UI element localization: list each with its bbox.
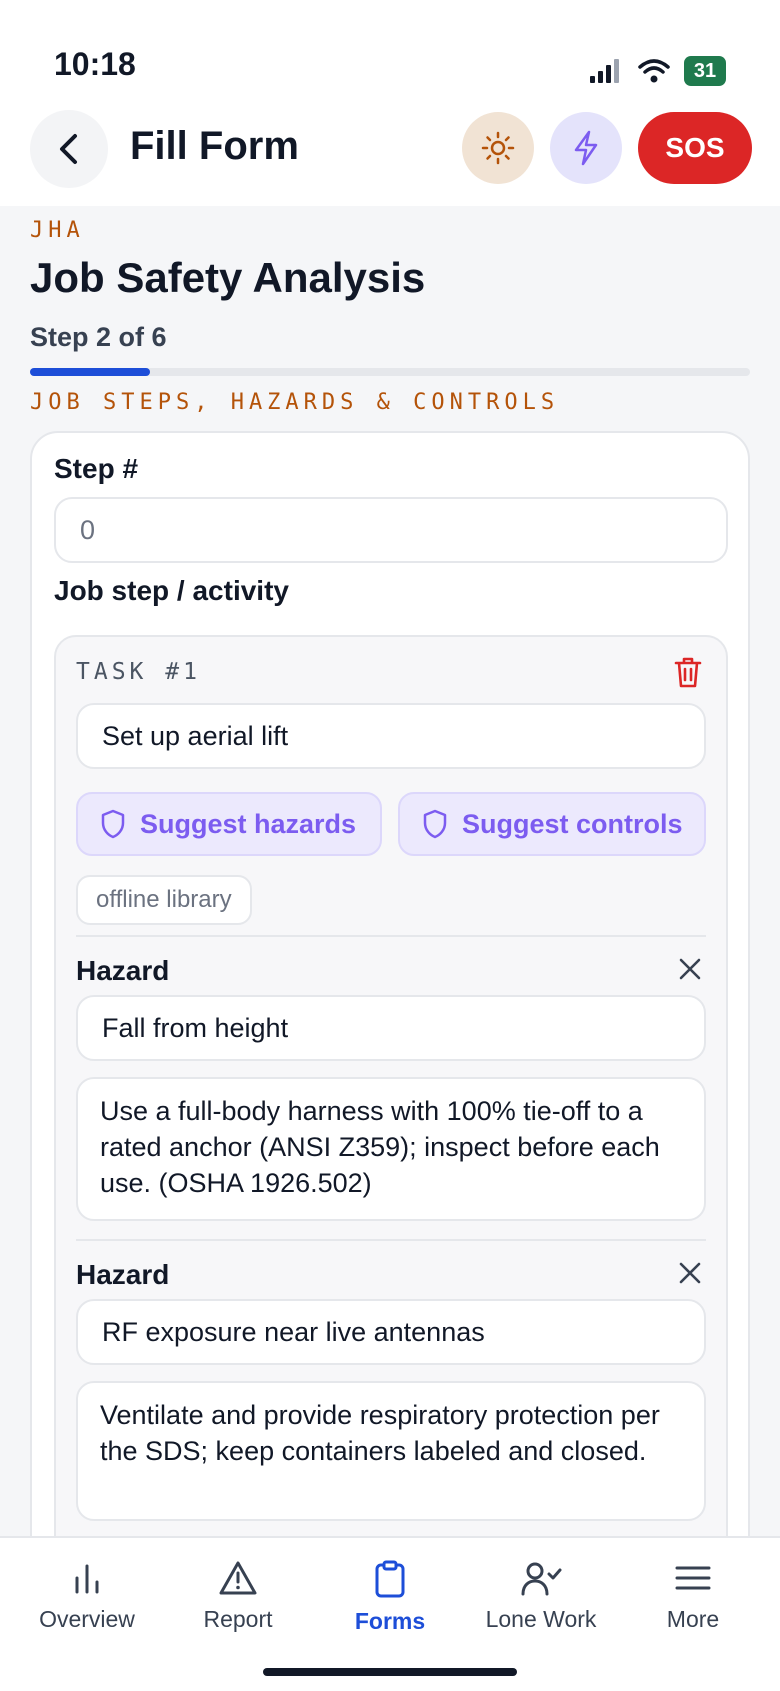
close-icon[interactable] (676, 1259, 704, 1287)
nav-label: More (666, 1606, 720, 1632)
form-kicker: JHA (30, 218, 85, 243)
control-textarea[interactable]: Use a full-body harness with 100% tie-of… (76, 1077, 706, 1221)
hazard-label: Hazard (76, 1259, 170, 1290)
activity-label: Job step / activity (54, 575, 289, 606)
status-icons: 31 (590, 56, 726, 86)
suggest-hazards-button[interactable]: Suggest hazards (76, 792, 382, 856)
user-check-icon (521, 1562, 562, 1596)
task-card: TASK #1 Set up aerial lift Suggest hazar… (54, 635, 728, 1536)
close-icon[interactable] (676, 955, 704, 983)
form-title: Job Safety Analysis (30, 254, 426, 301)
page-title: Fill Form (130, 124, 299, 168)
chevron-left-icon (60, 134, 77, 164)
signal-icon (590, 59, 619, 83)
control-textarea[interactable]: Ventilate and provide respiratory protec… (76, 1381, 706, 1521)
suggest-controls-button[interactable]: Suggest controls (398, 792, 706, 856)
nav-label: Overview (39, 1606, 135, 1632)
step-number-label: Step # (54, 453, 139, 484)
status-bar: 10:18 31 (0, 0, 780, 104)
nav-item-forms[interactable]: Forms (315, 1560, 465, 1635)
step-indicator: Step 2 of 6 (30, 322, 167, 352)
hazard-label: Hazard (76, 955, 170, 986)
bar-chart-icon (75, 1564, 99, 1594)
suggest-hazards-label: Suggest hazards (140, 808, 357, 839)
hazard-divider (76, 1239, 706, 1241)
suggest-controls-label: Suggest controls (462, 808, 683, 839)
task-activity-input[interactable]: Set up aerial lift (76, 703, 706, 769)
nav-label: Forms (354, 1608, 426, 1634)
warning-icon (219, 1561, 257, 1595)
nav-item-report[interactable]: Report (163, 1560, 313, 1633)
sun-icon (481, 131, 515, 165)
progress-bar (30, 368, 750, 376)
shield-icon (101, 809, 125, 839)
hazard-input[interactable]: Fall from height (76, 995, 706, 1061)
progress-fill (30, 368, 151, 376)
battery-indicator: 31 (684, 56, 726, 86)
nav-item-overview[interactable]: Overview (12, 1560, 162, 1633)
sos-button[interactable]: SOS (638, 112, 752, 184)
source-tag: offline library (76, 875, 252, 925)
menu-icon (675, 1566, 711, 1590)
status-time: 10:18 (54, 46, 136, 82)
nav-label: Lone Work (485, 1606, 597, 1632)
quick-action-button[interactable] (550, 112, 622, 184)
wifi-icon (638, 59, 670, 83)
back-button[interactable] (30, 110, 108, 188)
form-content: JHA Job Safety Analysis Step 2 of 6 JOB … (0, 206, 780, 1536)
home-indicator (263, 1668, 517, 1676)
task-label: TASK #1 (76, 659, 201, 685)
app-header: Fill Form SOS (0, 104, 780, 206)
theme-toggle-button[interactable] (462, 112, 534, 184)
nav-item-lone-work[interactable]: Lone Work (466, 1560, 616, 1633)
trash-icon[interactable] (672, 655, 704, 689)
lightning-icon (574, 130, 598, 166)
step-number-input[interactable]: 0 (54, 497, 728, 563)
clipboard-icon (375, 1560, 405, 1598)
nav-item-more[interactable]: More (618, 1560, 768, 1633)
nav-label: Report (203, 1606, 273, 1632)
section-title: JOB STEPS, HAZARDS & CONTROLS (30, 390, 560, 415)
job-step-card: Step # 0 Job step / activity TASK #1 Set… (30, 431, 750, 1536)
hazard-input[interactable]: RF exposure near live antennas (76, 1299, 706, 1365)
hazard-divider (76, 935, 706, 937)
shield-icon (423, 809, 447, 839)
